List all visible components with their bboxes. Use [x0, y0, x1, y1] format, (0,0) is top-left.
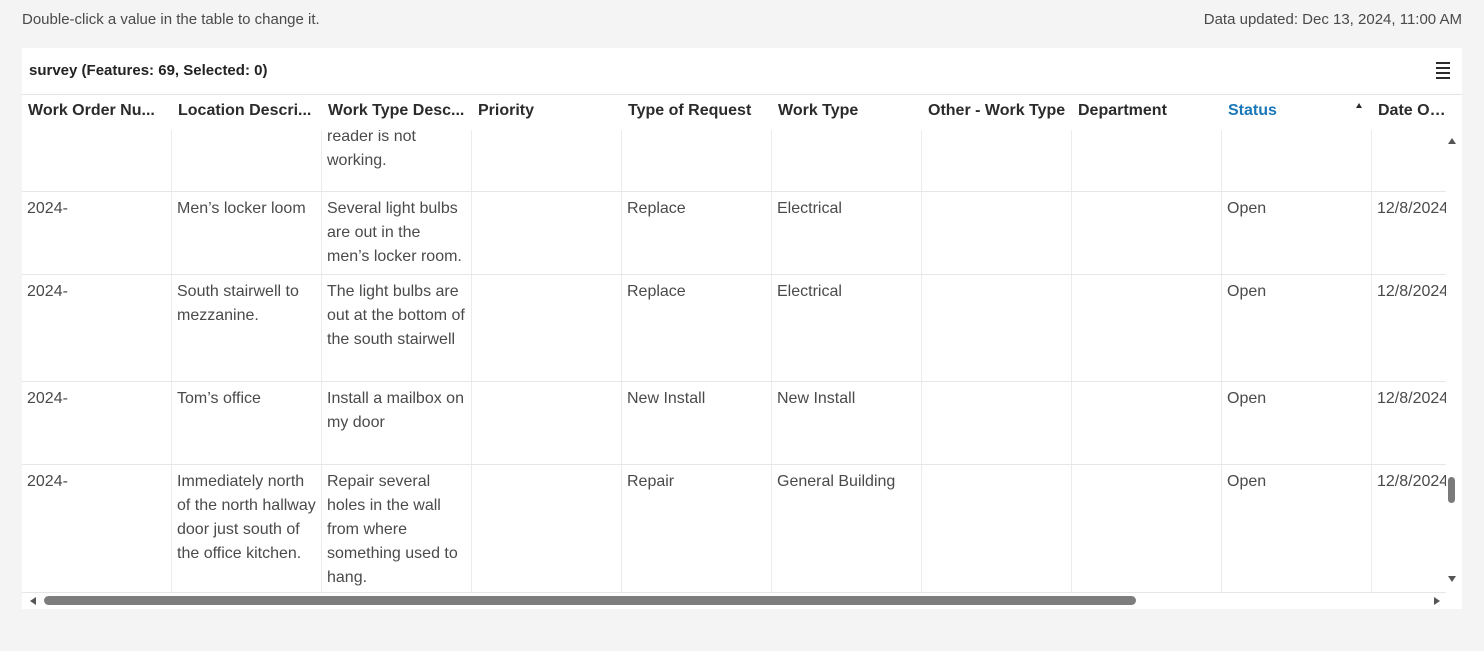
cell-department[interactable] [1072, 275, 1222, 381]
cell-work-order-nu[interactable]: 2024- [22, 192, 172, 274]
cell-department[interactable] [1072, 192, 1222, 274]
column-header-location-descri[interactable]: Location Descri... [172, 96, 322, 130]
cell-work-type-desc[interactable]: Repair several holes in the wall from wh… [322, 465, 472, 592]
cell-location-descri[interactable]: Men’s locker loom [172, 192, 322, 274]
cell-date-ope[interactable]: 12/8/2024 PM [1372, 130, 1446, 191]
cell-priority[interactable] [472, 382, 622, 464]
cell-status[interactable]: Open [1222, 130, 1372, 191]
table-body[interactable]: 2024-Main entrance gateThe main gate car… [22, 130, 1446, 593]
cell-type-of-request[interactable]: Replace [622, 192, 772, 274]
cell-other-work-type[interactable] [922, 382, 1072, 464]
vertical-scrollbar[interactable] [1446, 130, 1458, 590]
column-header-priority[interactable]: Priority [472, 96, 622, 130]
scroll-right-icon[interactable] [1434, 597, 1440, 605]
cell-work-order-nu[interactable]: 2024- [22, 465, 172, 592]
cell-location-descri[interactable]: Tom’s office [172, 382, 322, 464]
cell-status[interactable]: Open [1222, 275, 1372, 381]
cell-other-work-type[interactable] [922, 192, 1072, 274]
sort-ascending-icon[interactable] [1356, 103, 1362, 108]
cell-date-ope[interactable]: 12/8/2024 PM [1372, 275, 1446, 381]
cell-work-type-desc[interactable]: Several light bulbs are out in the men’s… [322, 192, 472, 274]
column-header-status[interactable]: Status [1222, 96, 1372, 130]
cell-other-work-type[interactable] [922, 130, 1072, 191]
cell-type-of-request[interactable]: New Install [622, 382, 772, 464]
scroll-left-icon[interactable] [30, 597, 36, 605]
table-row[interactable]: 2024-Main entrance gateThe main gate car… [22, 130, 1446, 192]
column-header-work-type[interactable]: Work Type [772, 96, 922, 130]
table-row[interactable]: 2024- Men’s locker loom Several light bulb… [22, 192, 1446, 275]
cell-work-order-nu[interactable]: 2024- [22, 275, 172, 381]
cell-other-work-type[interactable] [922, 275, 1072, 381]
cell-status[interactable]: Open [1222, 382, 1372, 464]
cell-type-of-request[interactable]: Replace [622, 275, 772, 381]
table-row[interactable]: 2024- Immediately north of the north hall… [22, 465, 1446, 593]
cell-priority[interactable] [472, 275, 622, 381]
cell-work-type[interactable]: New Install [772, 382, 922, 464]
cell-date-ope[interactable]: 12/8/2024 PM [1372, 465, 1446, 592]
column-header-row: Work Order Nu... Location Descri... Work T… [22, 96, 1446, 130]
column-header-work-type-desc[interactable]: Work Type Desc... [322, 96, 472, 130]
vertical-scroll-thumb[interactable] [1448, 477, 1455, 503]
cell-location-descri[interactable]: South stairwell to mezzanine. [172, 275, 322, 381]
column-header-date-ope[interactable]: Date Ope [1372, 96, 1446, 130]
horizontal-scroll-thumb[interactable] [44, 596, 1136, 605]
cell-department[interactable] [1072, 130, 1222, 191]
attribute-table-panel: survey (Features: 69, Selected: 0) Work … [22, 48, 1462, 609]
horizontal-scrollbar[interactable] [22, 593, 1462, 609]
cell-priority[interactable] [472, 192, 622, 274]
table-row[interactable]: 2024- South stairwell to mezzanine. The li… [22, 275, 1446, 382]
cell-location-descri[interactable]: Immediately north of the north hallway d… [172, 465, 322, 592]
cell-work-type-desc[interactable]: The main gate card reader is not working… [322, 130, 472, 191]
cell-work-type-desc[interactable]: Install a mailbox on my door [322, 382, 472, 464]
cell-date-ope[interactable]: 12/8/2024 PM [1372, 192, 1446, 274]
cell-department[interactable] [1072, 465, 1222, 592]
cell-date-ope[interactable]: 12/8/2024 PM [1372, 382, 1446, 464]
data-updated-timestamp: Data updated: Dec 13, 2024, 11:00 AM [1203, 11, 1462, 28]
scroll-up-icon[interactable] [1448, 138, 1456, 144]
cell-work-type[interactable]: Electrical [772, 275, 922, 381]
cell-other-work-type[interactable] [922, 465, 1072, 592]
hamburger-menu-icon[interactable] [1436, 62, 1450, 79]
cell-work-type[interactable]: General Building [772, 465, 922, 592]
cell-priority[interactable] [472, 465, 622, 592]
cell-work-type[interactable]: Electrical [772, 130, 922, 191]
cell-department[interactable] [1072, 382, 1222, 464]
cell-work-type-desc[interactable]: The light bulbs are out at the bottom of… [322, 275, 472, 381]
cell-work-order-nu[interactable]: 2024- [22, 382, 172, 464]
cell-type-of-request[interactable]: Repair [622, 465, 772, 592]
cell-type-of-request[interactable]: Repair [622, 130, 772, 191]
cell-priority[interactable] [472, 130, 622, 191]
edit-hint: Double-click a value in the table to cha… [22, 11, 320, 28]
scroll-down-icon[interactable] [1448, 576, 1456, 582]
cell-status[interactable]: Open [1222, 192, 1372, 274]
cell-status[interactable]: Open [1222, 465, 1372, 592]
column-header-other-work-type[interactable]: Other - Work Type [922, 96, 1072, 130]
table-header-bar: survey (Features: 69, Selected: 0) [22, 48, 1462, 95]
column-header-work-order-nu[interactable]: Work Order Nu... [22, 96, 172, 130]
layer-title: survey (Features: 69, Selected: 0) [29, 62, 268, 79]
cell-location-descri[interactable]: Main entrance gate [172, 130, 322, 191]
column-header-department[interactable]: Department [1072, 96, 1222, 130]
cell-work-order-nu[interactable]: 2024- [22, 130, 172, 191]
table-row[interactable]: 2024- Tom’s office Install a mailbox on my… [22, 382, 1446, 465]
column-header-type-of-request[interactable]: Type of Request [622, 96, 772, 130]
cell-work-type[interactable]: Electrical [772, 192, 922, 274]
table-grid: Work Order Nu... Location Descri... Work T… [22, 96, 1446, 593]
